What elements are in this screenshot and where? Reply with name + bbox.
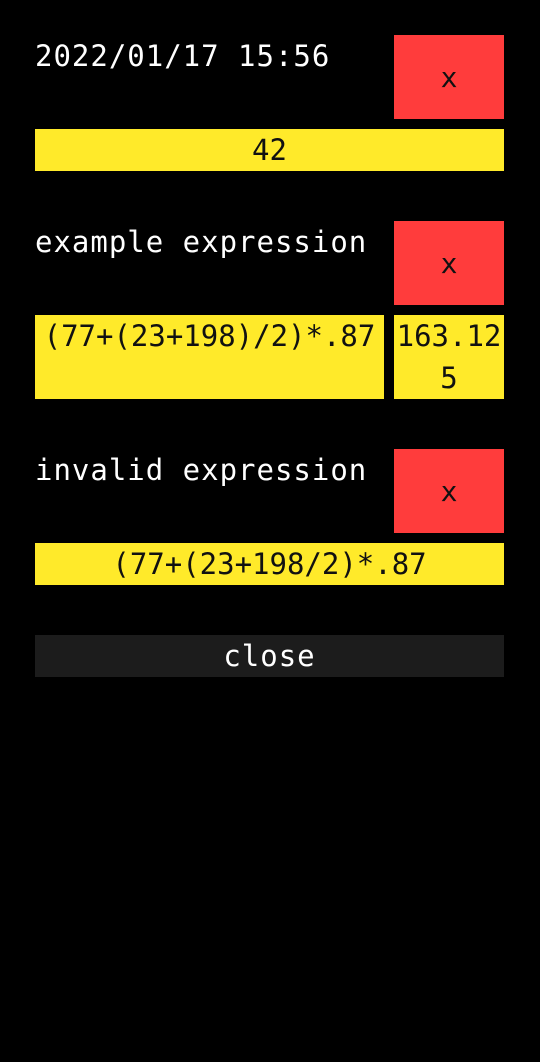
entry-expression[interactable]: (77+(23+198/2)*.87 (35, 543, 504, 585)
delete-entry-button[interactable]: x (394, 449, 504, 533)
entry-title: 2022/01/17 15:56 (35, 39, 331, 73)
entry-title: example expression (35, 225, 368, 259)
delete-entry-button[interactable]: x (394, 35, 504, 119)
history-entry-3: invalid expression x (77+(23+198/2)*.87 (35, 449, 504, 585)
history-entry-2: example expression x (77+(23+198)/2)*.87… (35, 221, 504, 399)
entry-result[interactable]: 42 (35, 129, 504, 171)
delete-entry-button[interactable]: x (394, 221, 504, 305)
close-button[interactable]: close (35, 635, 504, 677)
entry-result[interactable]: 163.125 (394, 315, 504, 399)
entry-expression[interactable]: (77+(23+198)/2)*.87 (35, 315, 384, 399)
entry-title: invalid expression (35, 453, 368, 487)
history-entry-1: 2022/01/17 15:56 x 42 (35, 35, 504, 171)
